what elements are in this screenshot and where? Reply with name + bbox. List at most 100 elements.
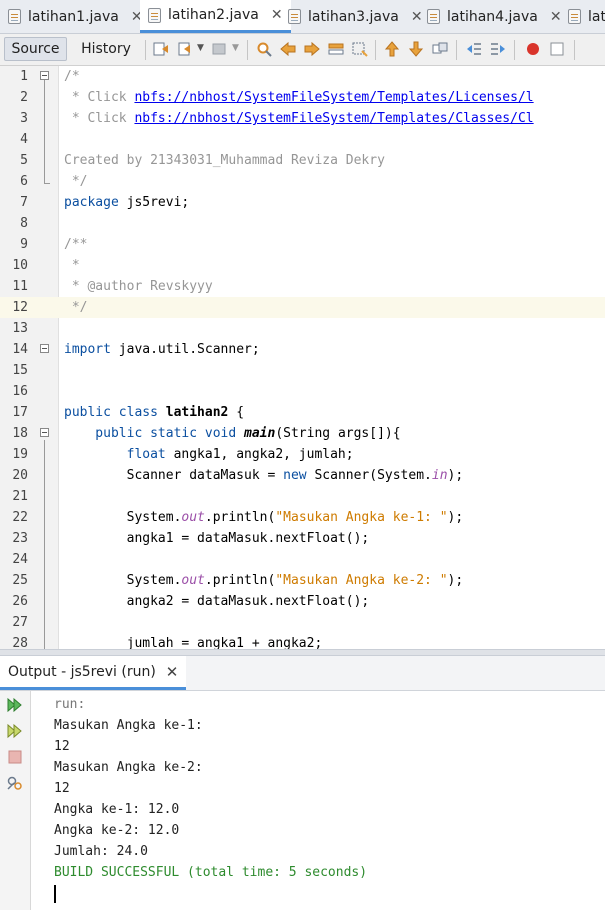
stop-macro-icon[interactable]: [549, 41, 565, 57]
tab-latihan4[interactable]: latihan4.java ✕: [427, 0, 562, 33]
method-name: main: [236, 426, 276, 441]
code-line[interactable]: 3 * Click nbfs://nbhost/SystemFileSystem…: [0, 108, 605, 129]
code-line[interactable]: 19 float angka1, angka2, jumlah;: [0, 444, 605, 465]
tab-latihan2[interactable]: latihan2.java ✕: [140, 0, 291, 33]
line-number: 2: [20, 90, 28, 105]
rerun-with-options-icon[interactable]: [6, 723, 24, 739]
code-line[interactable]: 18 public static void main(String args[]…: [0, 423, 605, 444]
output-console[interactable]: run: Masukan Angka ke-1: 12 Masukan Angk…: [54, 694, 599, 883]
code-line[interactable]: 10 *: [0, 255, 605, 276]
code-text: );: [447, 468, 464, 483]
template-link[interactable]: nbfs://nbhost/SystemFileSystem/Templates…: [134, 111, 533, 126]
code-line[interactable]: 14 import java.util.Scanner;: [0, 339, 605, 360]
code-line[interactable]: 28 jumlah = angka1 + angka2;: [0, 633, 605, 649]
tab-label: latihan4.java: [447, 8, 538, 25]
line-number: 28: [12, 636, 28, 649]
tab-overflow[interactable]: lat: [568, 0, 605, 33]
line-number: 11: [12, 279, 28, 294]
code-line[interactable]: 2 * Click nbfs://nbhost/SystemFileSystem…: [0, 87, 605, 108]
code-text: Scanner(System.: [306, 468, 432, 483]
class-name: latihan2: [157, 405, 229, 420]
code-line[interactable]: 21: [0, 486, 605, 507]
fold-toggle-icon[interactable]: [40, 428, 49, 437]
line-number: 7: [20, 195, 28, 210]
code-line[interactable]: 23 angka1 = dataMasuk.nextFloat();: [0, 528, 605, 549]
history-button[interactable]: History: [74, 37, 138, 61]
source-label: Source: [11, 41, 60, 57]
code-line[interactable]: 6 */: [0, 171, 605, 192]
tab-latihan1[interactable]: latihan1.java ✕: [8, 0, 143, 33]
line-number: 3: [20, 111, 28, 126]
line-number: 16: [12, 384, 28, 399]
code-text: js5revi;: [118, 195, 190, 210]
code-text: */: [64, 300, 88, 315]
last-edit-icon[interactable]: [153, 41, 169, 57]
find-icon[interactable]: [256, 41, 272, 57]
code-line[interactable]: 7 package js5revi;: [0, 192, 605, 213]
code-line[interactable]: 25 System.out.println("Masukan Angka ke-…: [0, 570, 605, 591]
output-line: Angka ke-1: 12.0: [54, 802, 180, 817]
tab-latihan3[interactable]: latihan3.java ✕: [288, 0, 423, 33]
forward-icon[interactable]: [212, 41, 228, 57]
tab-output[interactable]: Output - js5revi (run) ✕: [0, 656, 187, 690]
source-button[interactable]: Source: [4, 37, 67, 61]
line-number: 9: [20, 237, 28, 252]
code-line[interactable]: 5 Created by 21343031_Muhammad Reviza Dek…: [0, 150, 605, 171]
find-prev-icon[interactable]: [280, 41, 296, 57]
close-icon[interactable]: ✕: [411, 9, 423, 25]
close-icon[interactable]: ✕: [271, 7, 283, 23]
java-file-icon: [148, 7, 161, 23]
line-number: 10: [12, 258, 28, 273]
toggle-highlight-icon[interactable]: [352, 41, 368, 57]
static-field: in: [431, 468, 448, 483]
code-line[interactable]: 16: [0, 381, 605, 402]
output-line: 12: [54, 781, 70, 796]
next-bookmark-icon[interactable]: [408, 41, 424, 57]
editor-tab-bar: latihan1.java ✕ latihan2.java ✕ latihan3…: [0, 0, 605, 34]
close-icon[interactable]: ✕: [166, 663, 179, 681]
prev-bookmark-icon[interactable]: [384, 41, 400, 57]
code-line[interactable]: 27: [0, 612, 605, 633]
code-line[interactable]: 26 angka2 = dataMasuk.nextFloat();: [0, 591, 605, 612]
line-number: 22: [12, 510, 28, 525]
fold-toggle-icon[interactable]: [40, 71, 49, 80]
settings-icon[interactable]: [6, 775, 24, 791]
code-line[interactable]: 15: [0, 360, 605, 381]
code-line[interactable]: 1 /*: [0, 66, 605, 87]
panel-splitter[interactable]: [0, 649, 605, 656]
code-line[interactable]: 11 * @author Revskyyy: [0, 276, 605, 297]
license-link[interactable]: nbfs://nbhost/SystemFileSystem/Templates…: [134, 90, 533, 105]
code-line-current[interactable]: 12 */: [0, 297, 605, 318]
find-selection-icon[interactable]: [328, 41, 344, 57]
record-macro-icon[interactable]: [525, 41, 541, 57]
close-icon[interactable]: ✕: [550, 9, 562, 25]
code-line[interactable]: 8: [0, 213, 605, 234]
code-line[interactable]: 13: [0, 318, 605, 339]
code-line[interactable]: 22 System.out.println("Masukan Angka ke-…: [0, 507, 605, 528]
back-icon[interactable]: [177, 41, 193, 57]
code-line[interactable]: 20 Scanner dataMasuk = new Scanner(Syste…: [0, 465, 605, 486]
line-number: 14: [12, 342, 28, 357]
code-text: System.: [64, 510, 182, 525]
line-number: 21: [12, 489, 28, 504]
chevron-down-icon[interactable]: ▼: [232, 43, 239, 53]
build-status: BUILD SUCCESSFUL (total time: 5 seconds): [54, 865, 368, 880]
fold-toggle-icon[interactable]: [40, 344, 49, 353]
code-line[interactable]: 17 public class latihan2 {: [0, 402, 605, 423]
chevron-down-icon[interactable]: ▼: [197, 43, 204, 53]
code-editor[interactable]: 1 /* 2 * Click nbfs://nbhost/SystemFileSy…: [0, 66, 605, 649]
shift-right-icon[interactable]: [490, 41, 506, 57]
code-text: angka2 = dataMasuk.nextFloat();: [64, 594, 370, 609]
shift-left-icon[interactable]: [466, 41, 482, 57]
toggle-bookmark-icon[interactable]: [432, 41, 448, 57]
rerun-icon[interactable]: [6, 697, 24, 713]
comment-text: * Click: [64, 111, 135, 126]
toolbar-divider: [456, 40, 457, 60]
find-next-icon[interactable]: [304, 41, 320, 57]
code-line[interactable]: 9 /**: [0, 234, 605, 255]
code-line[interactable]: 4: [0, 129, 605, 150]
line-number: 4: [20, 132, 28, 147]
output-side-toolbar: [0, 691, 31, 910]
stop-icon[interactable]: [6, 749, 24, 765]
code-line[interactable]: 24: [0, 549, 605, 570]
